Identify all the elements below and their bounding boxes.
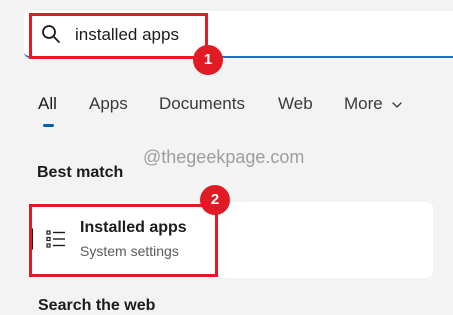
- chevron-down-icon[interactable]: [391, 100, 403, 110]
- tab-apps[interactable]: Apps: [89, 94, 128, 114]
- best-match-header: Best match: [37, 164, 124, 181]
- tab-more[interactable]: More: [344, 94, 383, 114]
- watermark-text: @thegeekpage.com: [143, 147, 305, 167]
- highlight-result: [29, 204, 218, 277]
- tab-documents[interactable]: Documents: [159, 94, 245, 114]
- tab-web[interactable]: Web: [278, 94, 313, 114]
- highlight-search-box: [29, 13, 208, 59]
- step-1-badge: 1: [193, 45, 223, 75]
- tab-active-indicator: [43, 124, 54, 127]
- search-web-header: Search the web: [38, 297, 156, 314]
- step-2-badge: 2: [200, 185, 230, 215]
- tab-all[interactable]: All: [38, 94, 57, 114]
